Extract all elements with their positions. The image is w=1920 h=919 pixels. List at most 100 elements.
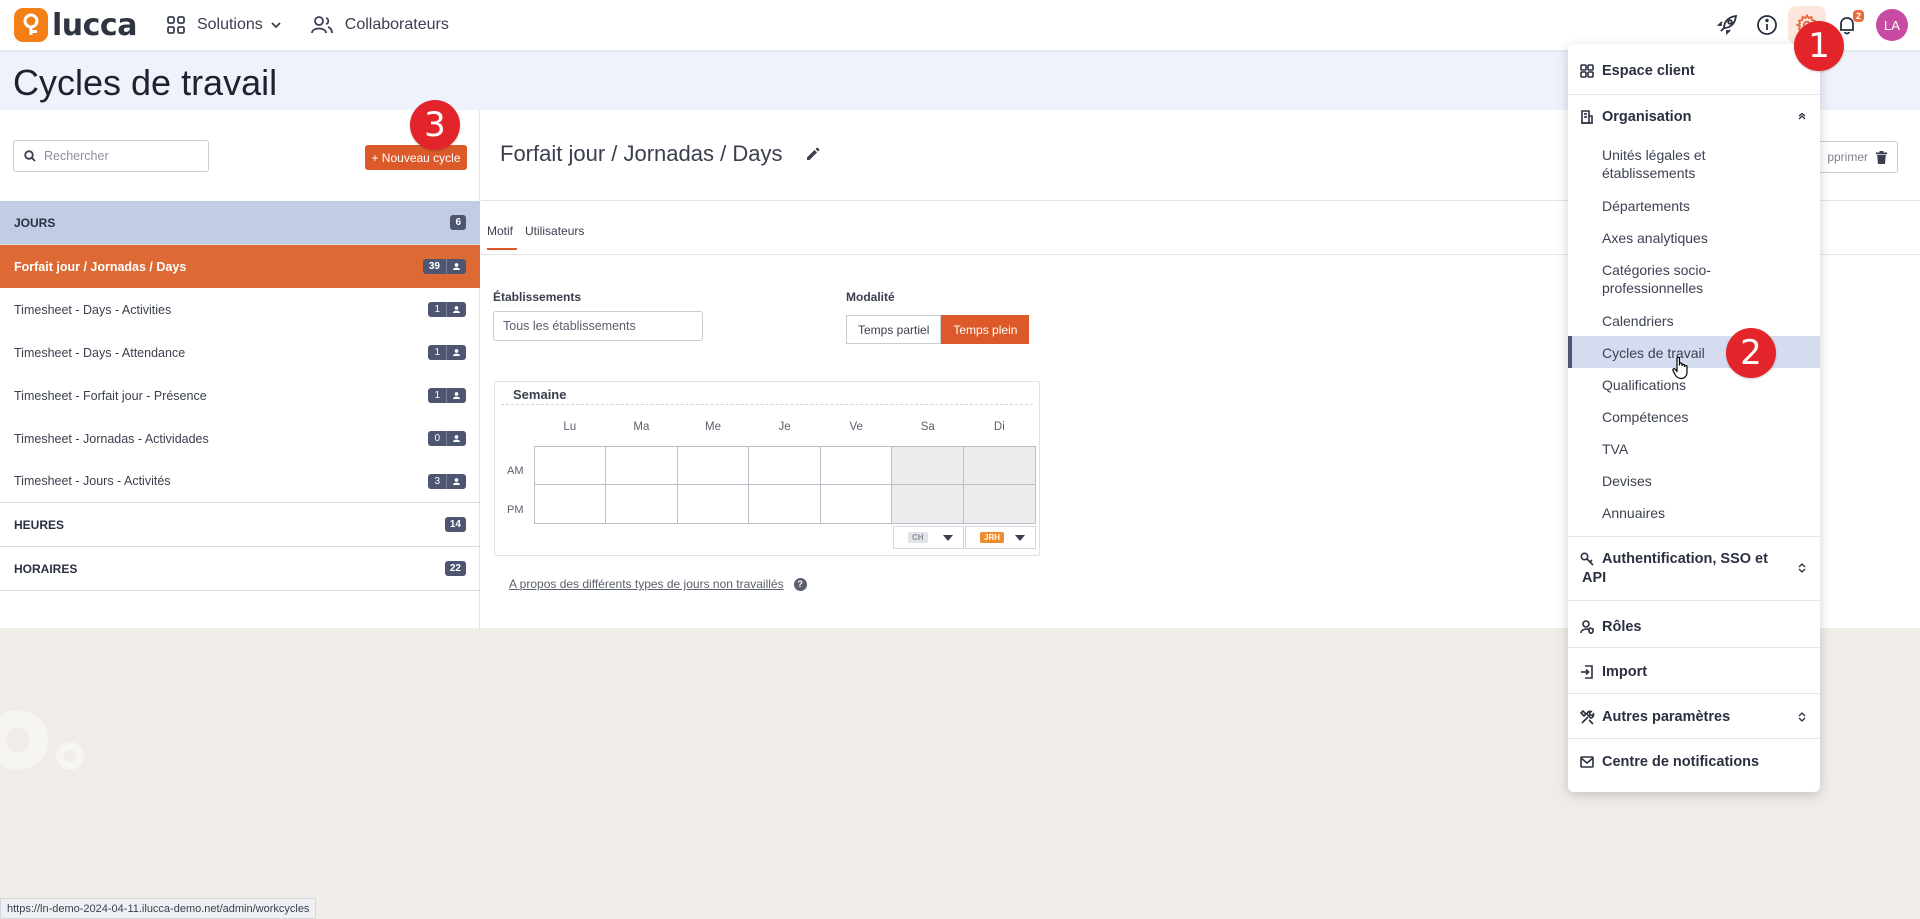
menu-roles[interactable]: Rôles xyxy=(1568,616,1820,638)
menu-item-unites[interactable]: Unités légales et établissements xyxy=(1602,146,1802,182)
user-icon xyxy=(453,306,460,313)
new-cycle-button[interactable]: + Nouveau cycle xyxy=(365,145,467,170)
nav-collaborateurs[interactable]: Collaborateurs xyxy=(310,16,449,34)
top-bar: lucca Solutions Collaborateurs 2 LA xyxy=(0,0,1920,50)
rocket-button[interactable] xyxy=(1708,6,1746,44)
etablissements-select[interactable]: Tous les établissements xyxy=(493,311,703,341)
notification-count-badge: 2 xyxy=(1852,10,1864,22)
menu-espace-client-label: Espace client xyxy=(1602,63,1695,79)
temps-partiel-button[interactable]: Temps partiel xyxy=(846,315,942,344)
group-jours[interactable]: JOURS 6 xyxy=(0,201,480,245)
menu-espace-client[interactable]: Espace client xyxy=(1568,60,1820,82)
menu-item-departements[interactable]: Départements xyxy=(1602,197,1802,215)
temps-plein-button[interactable]: Temps plein xyxy=(941,315,1030,344)
day-slot[interactable] xyxy=(963,485,1035,523)
menu-item-calendriers[interactable]: Calendriers xyxy=(1602,312,1802,330)
day-slot[interactable] xyxy=(820,447,893,485)
divider xyxy=(501,404,1033,405)
day-slot[interactable] xyxy=(606,447,678,485)
day-slot[interactable] xyxy=(749,447,821,485)
menu-item-qualifications[interactable]: Qualifications xyxy=(1602,376,1802,394)
day-slot[interactable] xyxy=(535,447,607,485)
menu-autres-label: Autres paramètres xyxy=(1602,709,1731,725)
tab-utilisateurs[interactable]: Utilisateurs xyxy=(525,224,590,250)
chevron-down-icon xyxy=(271,21,281,28)
tab-motif[interactable]: Motif xyxy=(487,224,518,250)
list-item[interactable]: Timesheet - Jornadas - Actividades 0 xyxy=(0,417,480,460)
modalite-toggle: Temps partiel Temps plein xyxy=(846,315,1030,344)
search-input[interactable]: Rechercher xyxy=(13,140,209,172)
group-label: JOURS xyxy=(14,215,56,230)
menu-authentification-label: Authentification, SSO et API xyxy=(1582,551,1768,586)
menu-item-devises[interactable]: Devises xyxy=(1602,472,1802,490)
group-count: 22 xyxy=(444,561,466,576)
day-slot[interactable] xyxy=(535,485,607,523)
annotation-marker-3: 3 xyxy=(410,100,460,150)
menu-roles-label: Rôles xyxy=(1602,619,1642,635)
list-item[interactable]: Timesheet - Jours - Activités 3 xyxy=(0,460,480,503)
search-icon xyxy=(24,150,36,162)
day-type-chip: CH xyxy=(908,532,928,543)
about-link[interactable]: A propos des différents types de jours n… xyxy=(509,577,807,591)
pm-label: PM xyxy=(507,504,524,516)
day-slot[interactable] xyxy=(678,485,750,523)
chevron-updown-icon xyxy=(1798,712,1806,722)
day-slot[interactable] xyxy=(963,447,1035,485)
menu-autres-parametres[interactable]: Autres paramètres xyxy=(1568,706,1820,728)
group-horaires[interactable]: HORAIRES 22 xyxy=(0,547,480,591)
nav-solutions[interactable]: Solutions xyxy=(167,16,281,34)
user-count-badge: 0 xyxy=(428,431,466,446)
day-label: Ma xyxy=(633,421,650,433)
about-link-text: A propos des différents types de jours n… xyxy=(509,577,784,591)
grid-icon xyxy=(167,16,185,34)
annotation-marker-1: 1 xyxy=(1794,21,1844,71)
menu-item-axes[interactable]: Axes analytiques xyxy=(1602,229,1802,247)
day-slot[interactable] xyxy=(892,447,964,485)
user-icon xyxy=(453,477,460,485)
list-item[interactable]: Forfait jour / Jornadas / Days 39 xyxy=(0,245,480,288)
week-editor: Semaine Lu Ma Me Je Ve Sa Di AM PM CH JR… xyxy=(494,381,1040,556)
menu-centre-notifications[interactable]: Centre de notifications xyxy=(1568,751,1820,773)
day-slot[interactable] xyxy=(749,485,821,523)
info-button[interactable] xyxy=(1748,6,1786,44)
mail-icon xyxy=(1580,756,1594,768)
user-count-badge: 1 xyxy=(428,302,466,317)
tools-icon xyxy=(1580,709,1595,725)
menu-item-competences[interactable]: Compétences xyxy=(1602,408,1802,426)
menu-authentification[interactable]: Authentification, SSO et API xyxy=(1568,550,1820,590)
saturday-type-select[interactable]: CH xyxy=(893,526,964,549)
detail-tabs: Motif Utilisateurs xyxy=(487,224,598,250)
list-item[interactable]: Timesheet - Days - Activities 1 xyxy=(0,288,480,331)
lucca-logo-icon xyxy=(14,8,48,42)
menu-organisation[interactable]: Organisation xyxy=(1568,106,1820,128)
group-heures[interactable]: HEURES 14 xyxy=(0,503,480,547)
sunday-type-select[interactable]: JRH xyxy=(965,526,1036,549)
search-placeholder: Rechercher xyxy=(44,149,109,163)
cycle-list: JOURS 6 Forfait jour / Jornadas / Days 3… xyxy=(0,201,480,591)
day-label: Ve xyxy=(849,421,863,433)
day-label: Di xyxy=(993,421,1005,433)
list-item[interactable]: Timesheet - Forfait jour - Présence 1 xyxy=(0,374,480,417)
menu-item-annuaires[interactable]: Annuaires xyxy=(1602,504,1802,522)
user-icon xyxy=(453,435,460,442)
page-title: Cycles de travail xyxy=(13,62,278,103)
day-slot[interactable] xyxy=(677,447,750,485)
pencil-icon[interactable] xyxy=(806,147,820,161)
menu-import[interactable]: Import xyxy=(1568,661,1820,683)
day-slot[interactable] xyxy=(606,485,678,523)
menu-item-tva[interactable]: TVA xyxy=(1602,440,1802,458)
menu-item-categories[interactable]: Catégories socio-professionnelles xyxy=(1602,261,1802,297)
lucca-logo[interactable]: lucca xyxy=(14,0,137,50)
list-item-label: Forfait jour / Jornadas / Days xyxy=(14,259,187,274)
week-grid xyxy=(534,446,1036,524)
divider xyxy=(1568,738,1820,739)
etablissements-label: Établissements xyxy=(493,290,582,304)
rocket-icon xyxy=(1716,14,1738,36)
user-avatar[interactable]: LA xyxy=(1876,9,1908,41)
day-slot[interactable] xyxy=(821,485,893,523)
user-count-badge: 1 xyxy=(428,388,466,403)
info-icon xyxy=(1757,15,1777,35)
help-icon: ? xyxy=(793,577,807,591)
day-slot[interactable] xyxy=(892,485,964,523)
list-item[interactable]: Timesheet - Days - Attendance 1 xyxy=(0,331,480,374)
